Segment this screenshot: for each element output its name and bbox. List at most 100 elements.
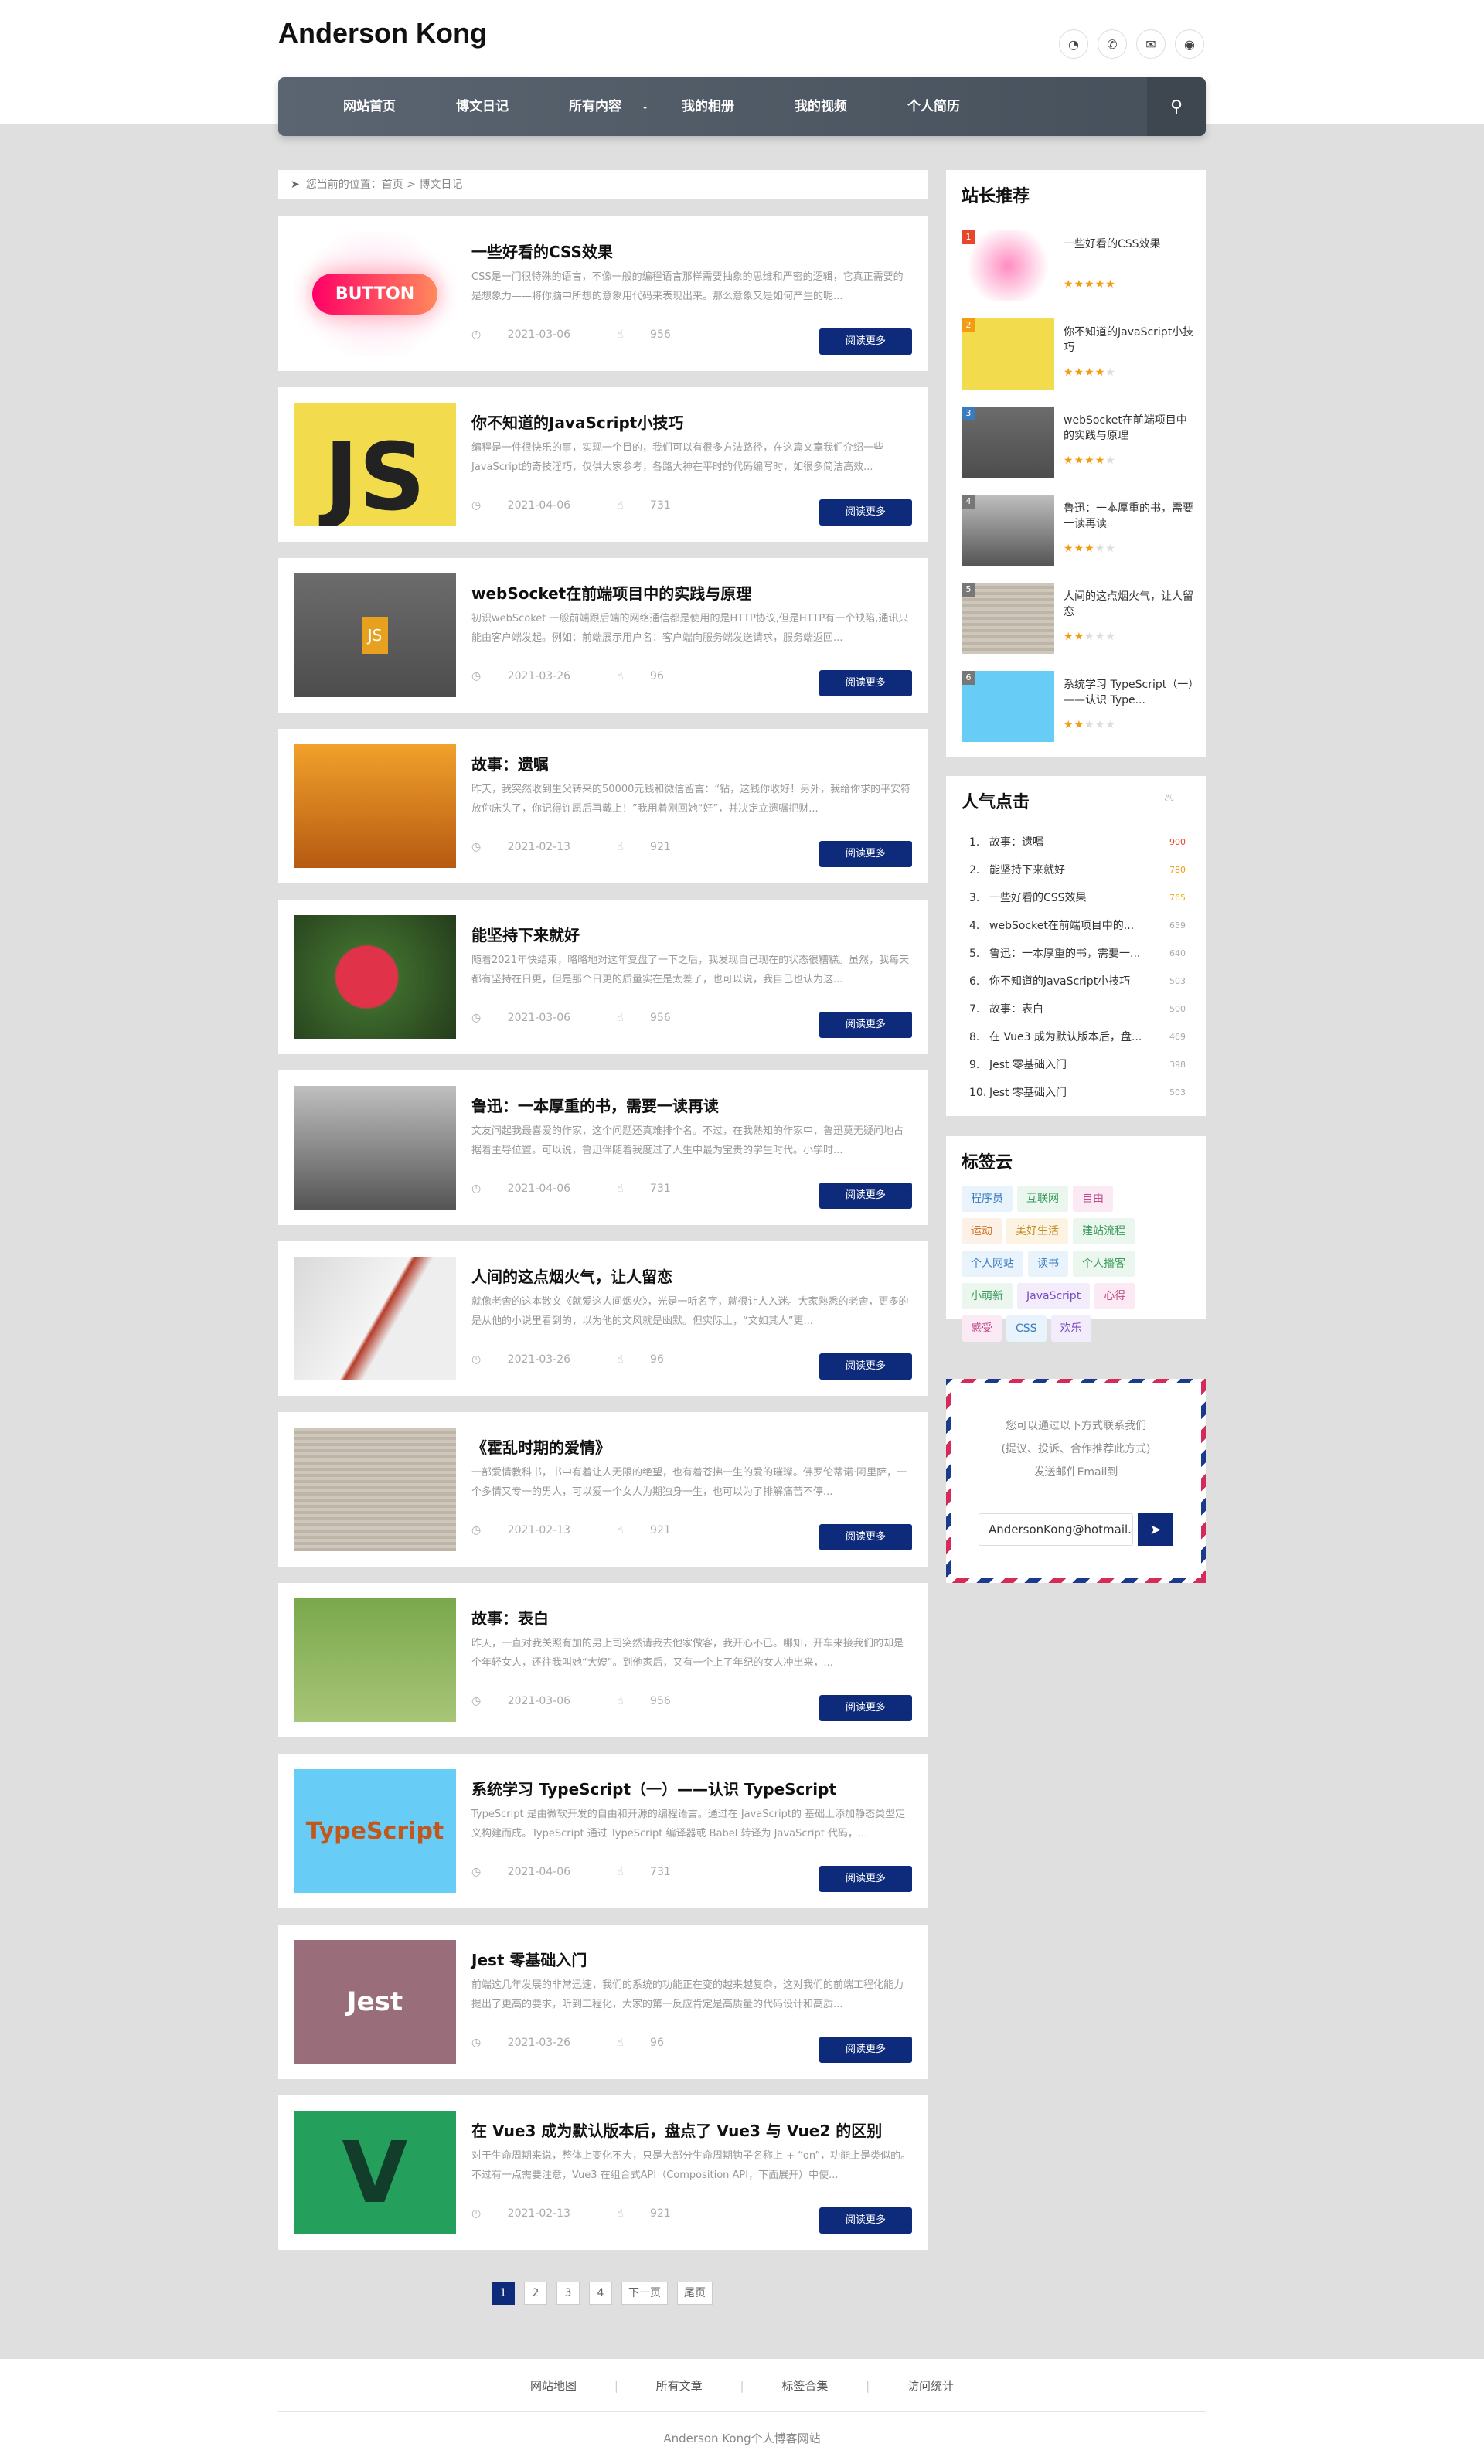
recommend-thumbnail[interactable]: [962, 671, 1054, 742]
hot-title-text[interactable]: 故事：遗嘱: [989, 836, 1043, 849]
page-1[interactable]: 1: [492, 2282, 515, 2305]
page-4[interactable]: 4: [589, 2282, 612, 2305]
footer-link-stats[interactable]: 访问统计: [907, 2379, 954, 2393]
read-more-button[interactable]: 阅读更多: [819, 1695, 912, 1721]
article-title[interactable]: 鲁迅：一本厚重的书，需要一读再读: [471, 1094, 719, 1116]
article-thumbnail[interactable]: [294, 1598, 456, 1722]
read-more-button[interactable]: 阅读更多: [819, 1183, 912, 1209]
article-thumbnail[interactable]: [294, 915, 456, 1039]
article-card-story-confession[interactable]: 故事：表白 昨天，一直对我关照有加的男上司突然请我去他家做客，我开心不已。哪知，开…: [278, 1583, 928, 1737]
read-more-button[interactable]: 阅读更多: [819, 328, 912, 355]
tag-item[interactable]: 个人播客: [1073, 1251, 1135, 1277]
tag-item[interactable]: 程序员: [962, 1186, 1013, 1212]
recommend-thumbnail[interactable]: [962, 495, 1054, 566]
footer-link-articles[interactable]: 所有文章: [656, 2379, 703, 2393]
hot-item[interactable]: 1. 故事：遗嘱 900: [969, 829, 1186, 856]
hot-title-text[interactable]: 鲁迅：一本厚重的书，需要一...: [989, 948, 1140, 960]
email-field[interactable]: AndersonKong@hotmail.com: [979, 1513, 1133, 1546]
article-title[interactable]: 系统学习 TypeScript（一）——认识 TypeScript: [471, 1777, 836, 1799]
article-card-fireworks[interactable]: 人间的这点烟火气，让人留恋 就像老舍的这本散文《就爱这人间烟火》，光是一听名字，就…: [278, 1241, 928, 1396]
tag-item[interactable]: 自由: [1073, 1186, 1113, 1212]
article-thumbnail[interactable]: [294, 1257, 456, 1380]
article-card-love-cholera[interactable]: 《霍乱时期的爱情》 一部爱情教科书，书中有着让人无限的绝望，也有着苍拂一生的爱的璀…: [278, 1412, 928, 1567]
tag-item[interactable]: CSS: [1006, 1315, 1047, 1342]
article-thumbnail[interactable]: [294, 1428, 456, 1551]
mail-icon[interactable]: ✉: [1136, 29, 1166, 59]
send-button[interactable]: ➤: [1138, 1513, 1173, 1546]
nav-video[interactable]: 我的视频: [795, 77, 847, 136]
article-title[interactable]: 能坚持下来就好: [471, 923, 580, 945]
hot-item[interactable]: 10. Jest 零基础入门 503: [969, 1079, 1186, 1107]
nav-blog[interactable]: 博文日记: [456, 77, 509, 136]
recommend-item[interactable]: 6 系统学习 TypeScript（一）——认识 Type... ★★★★★: [962, 671, 1193, 742]
read-more-button[interactable]: 阅读更多: [819, 1012, 912, 1038]
article-thumbnail[interactable]: TypeScript: [294, 1769, 456, 1893]
hot-item[interactable]: 3. 一些好看的CSS效果 765: [969, 884, 1186, 912]
recommend-title-text[interactable]: 一些好看的CSS效果: [1064, 237, 1195, 252]
article-card-typescript[interactable]: TypeScript 系统学习 TypeScript（一）——认识 TypeScr…: [278, 1754, 928, 1908]
hot-title-text[interactable]: Jest 零基础入门: [989, 1087, 1067, 1099]
article-title[interactable]: webSocket在前端项目中的实践与原理: [471, 581, 751, 604]
recommend-title-text[interactable]: 你不知道的JavaScript小技巧: [1064, 325, 1195, 356]
nav-resume[interactable]: 个人简历: [907, 77, 960, 136]
article-thumbnail[interactable]: V: [294, 2111, 456, 2234]
nav-all-content[interactable]: 所有内容: [569, 77, 621, 136]
article-thumbnail[interactable]: JS: [294, 403, 456, 526]
hot-item[interactable]: 7. 故事：表白 500: [969, 995, 1186, 1023]
hot-item[interactable]: 4. webSocket在前端项目中的... 659: [969, 912, 1186, 940]
tag-item[interactable]: 心得: [1094, 1283, 1135, 1309]
hot-item[interactable]: 8. 在 Vue3 成为默认版本后，盘... 469: [969, 1023, 1186, 1051]
tag-item[interactable]: 感受: [962, 1315, 1002, 1342]
last-page[interactable]: 尾页: [677, 2282, 713, 2305]
read-more-button[interactable]: 阅读更多: [819, 1353, 912, 1380]
article-title[interactable]: 在 Vue3 成为默认版本后，盘点了 Vue3 与 Vue2 的区别: [471, 2119, 882, 2141]
hot-item[interactable]: 2. 能坚持下来就好 780: [969, 856, 1186, 884]
article-title[interactable]: 故事：表白: [471, 1606, 549, 1628]
footer-link-sitemap[interactable]: 网站地图: [530, 2379, 577, 2393]
tag-item[interactable]: JavaScript: [1017, 1283, 1091, 1309]
nav-album[interactable]: 我的相册: [682, 77, 734, 136]
tag-item[interactable]: 建站流程: [1073, 1218, 1135, 1244]
recommend-thumbnail[interactable]: [962, 230, 1054, 301]
hot-title-text[interactable]: 故事：表白: [989, 1003, 1043, 1016]
search-button[interactable]: ⚲: [1147, 77, 1206, 136]
read-more-button[interactable]: 阅读更多: [819, 670, 912, 696]
article-card-js-tricks[interactable]: JS 你不知道的JavaScript小技巧 编程是一件很快乐的事，实现一个目的，我们…: [278, 387, 928, 542]
hot-title-text[interactable]: 能坚持下来就好: [989, 864, 1065, 876]
read-more-button[interactable]: 阅读更多: [819, 2207, 912, 2234]
recommend-thumbnail[interactable]: [962, 407, 1054, 478]
article-card-websocket[interactable]: JS webSocket在前端项目中的实践与原理 初识webScoket 一般前端跟…: [278, 558, 928, 713]
read-more-button[interactable]: 阅读更多: [819, 841, 912, 867]
next-page[interactable]: 下一页: [621, 2282, 668, 2305]
recommend-item[interactable]: 5 人间的这点烟火气，让人留恋 ★★★★★: [962, 583, 1193, 654]
tag-item[interactable]: 小萌新: [962, 1283, 1013, 1309]
article-thumbnail[interactable]: [294, 1086, 456, 1210]
recommend-title-text[interactable]: 人间的这点烟火气，让人留恋: [1064, 589, 1195, 620]
page-2[interactable]: 2: [524, 2282, 547, 2305]
recommend-item[interactable]: 3 webSocket在前端项目中的实践与原理 ★★★★★: [962, 407, 1193, 478]
read-more-button[interactable]: 阅读更多: [819, 1866, 912, 1892]
read-more-button[interactable]: 阅读更多: [819, 2037, 912, 2063]
read-more-button[interactable]: 阅读更多: [819, 1524, 912, 1550]
hot-item[interactable]: 5. 鲁迅：一本厚重的书，需要一... 640: [969, 940, 1186, 968]
article-card-story-will[interactable]: 故事：遗嘱 昨天，我突然收到生父转来的50000元钱和微信留言：“钻，这钱你收好！…: [278, 729, 928, 883]
nav-home[interactable]: 网站首页: [343, 77, 396, 136]
hot-title-text[interactable]: 在 Vue3 成为默认版本后，盘...: [989, 1031, 1142, 1043]
article-title[interactable]: 故事：遗嘱: [471, 752, 549, 774]
article-thumbnail[interactable]: JS: [294, 573, 456, 697]
article-card-luxun[interactable]: 鲁迅：一本厚重的书，需要一读再读 文友问起我最喜爱的作家，这个问题还真难排个名。不…: [278, 1070, 928, 1225]
phone-icon[interactable]: ✆: [1098, 29, 1127, 59]
recommend-title-text[interactable]: 鲁迅：一本厚重的书，需要一读再读: [1064, 501, 1195, 532]
article-title[interactable]: Jest 零基础入门: [471, 1948, 587, 1970]
hot-item[interactable]: 6. 你不知道的JavaScript小技巧 503: [969, 968, 1186, 995]
article-thumbnail[interactable]: BUTTON: [294, 232, 456, 356]
tag-item[interactable]: 个人网站: [962, 1251, 1023, 1277]
article-thumbnail[interactable]: Jest: [294, 1940, 456, 2064]
tag-item[interactable]: 欢乐: [1050, 1315, 1091, 1342]
recommend-title-text[interactable]: 系统学习 TypeScript（一）——认识 Type...: [1064, 677, 1195, 708]
recommend-thumbnail[interactable]: [962, 318, 1054, 390]
hot-title-text[interactable]: webSocket在前端项目中的...: [989, 920, 1134, 932]
article-card-vue3[interactable]: V 在 Vue3 成为默认版本后，盘点了 Vue3 与 Vue2 的区别 对于生命周…: [278, 2095, 928, 2250]
qq-icon[interactable]: ◔: [1059, 29, 1088, 59]
read-more-button[interactable]: 阅读更多: [819, 499, 912, 526]
